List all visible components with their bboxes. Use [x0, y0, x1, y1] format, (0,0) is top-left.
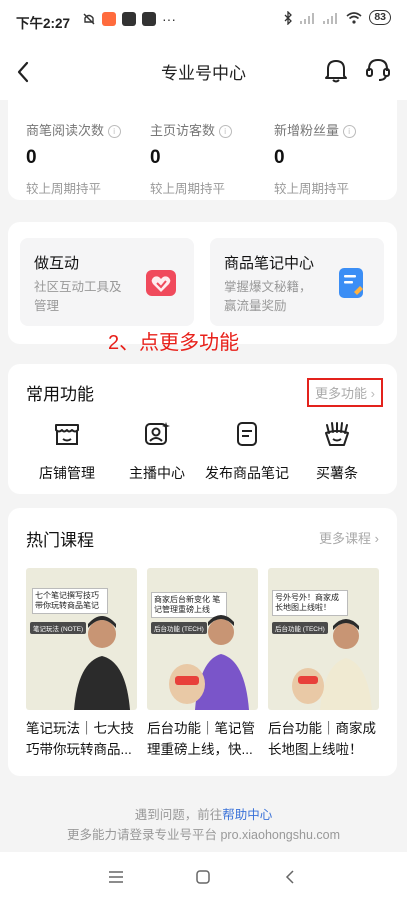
help-center-link[interactable]: 帮助中心 [222, 808, 272, 822]
course-thumbnail: 商家后台新变化 笔记管理重磅上线 后台功能 (TECH) [147, 568, 258, 710]
stat-compare: 较上周期持平 [150, 182, 226, 196]
more-courses-link[interactable]: 更多课程 › [319, 528, 379, 547]
course-thumbnail: 号外号外！商家成长地图上线啦！ 后台功能 (TECH) [268, 568, 379, 710]
bluetooth-icon [284, 10, 293, 25]
function-store-management[interactable]: 店铺管理 [22, 420, 112, 483]
stat-value: 0 [274, 147, 285, 168]
section-title: 常用功能 [26, 385, 94, 404]
course-title: 后台功能｜笔记管理重磅上线，快... [147, 721, 255, 757]
course-card[interactable]: 七个笔记撰写技巧带你玩转商品笔记 笔记玩法 (NOTE) 笔记玩法｜七大技巧带你… [26, 568, 137, 760]
signal-icon [300, 12, 315, 24]
chevron-right-icon: › [374, 531, 379, 546]
menu-icon[interactable] [109, 871, 123, 883]
footer-prefix: 遇到问题，前往 [134, 808, 223, 822]
status-bar: 下午2:27 ··· 83 [0, 0, 407, 40]
function-label: 主播中心 [129, 465, 185, 481]
stat-label: 主页访客数 i [150, 120, 270, 139]
navigation-bar: 专业号中心 [0, 40, 407, 100]
wifi-icon [346, 11, 362, 24]
function-label: 店铺管理 [39, 465, 95, 481]
mute-icon [83, 13, 95, 25]
chevron-right-icon: › [370, 386, 375, 401]
battery-indicator: 83 [369, 10, 391, 25]
stat-value: 0 [150, 147, 161, 168]
presenter-image [74, 616, 130, 710]
course-title: 笔记玩法｜七大技巧带你玩转商品... [26, 721, 134, 757]
notebook-icon [339, 268, 363, 298]
status-time: 下午2:27 [16, 16, 71, 31]
app-notification-icon-3 [142, 12, 156, 26]
home-icon[interactable] [196, 870, 210, 884]
more-dots-icon: ··· [162, 11, 176, 27]
signal-icon-2 [323, 12, 338, 24]
function-buy-fries[interactable]: 买薯条 [292, 420, 382, 483]
course-card[interactable]: 号外号外！商家成长地图上线啦！ 后台功能 (TECH) 后台功能｜商家成长地图上… [268, 568, 379, 760]
tool-name: 商品笔记中心 [224, 255, 315, 272]
stats-card: 商笔阅读次数 i 0 较上周期持平 主页访客数 i 0 较上周期持平 新增粉丝量… [8, 100, 397, 200]
stat-value: 0 [26, 147, 37, 168]
annotation-text: 2、点更多功能 [108, 332, 240, 354]
anchor-icon [145, 422, 170, 445]
stat-label: 新增粉丝量 i [274, 120, 394, 139]
hot-courses-card: 热门课程 更多课程 › 七个笔记撰写技巧带你玩转商品笔记 笔记玩法 (NOTE)… [8, 508, 397, 776]
status-right-icons: 83 [283, 10, 391, 25]
info-icon[interactable]: i [342, 125, 356, 139]
stat-compare: 较上周期持平 [26, 182, 102, 196]
store-icon [55, 424, 79, 445]
course-card[interactable]: 商家后台新变化 笔记管理重磅上线 后台功能 (TECH) 后台功能｜笔记管理重磅… [147, 568, 258, 760]
heart-book-icon [146, 270, 176, 296]
status-notification-icons: ··· [82, 11, 176, 27]
app-notification-icon [102, 12, 116, 26]
tool-name: 做互动 [34, 255, 80, 272]
function-label: 买薯条 [316, 465, 358, 481]
stat-profile-visitors[interactable]: 主页访客数 i 0 较上周期持平 [150, 120, 270, 197]
system-navigation-bar [0, 852, 407, 902]
info-icon[interactable]: i [107, 125, 121, 139]
tool-product-notes[interactable]: 商品笔记中心 掌握爆文秘籍，赢流量奖励 [210, 238, 384, 326]
bell-icon[interactable] [323, 57, 349, 83]
stat-compare: 较上周期持平 [274, 182, 350, 196]
presenter-image [169, 615, 249, 710]
app-notification-icon-2 [122, 12, 136, 26]
footer-help: 遇到问题，前往帮助中心 [0, 804, 407, 823]
info-icon[interactable]: i [218, 125, 232, 139]
note-icon [237, 422, 257, 446]
tool-interaction[interactable]: 做互动 社区互动工具及管理 [20, 238, 194, 326]
stat-note-reads[interactable]: 商笔阅读次数 i 0 较上周期持平 [26, 120, 146, 197]
system-back-icon[interactable] [285, 870, 295, 884]
function-publish-note[interactable]: 发布商品笔记 [202, 420, 292, 483]
tool-desc: 掌握爆文秘籍，赢流量奖励 [224, 280, 312, 313]
section-title: 热门课程 [26, 531, 94, 550]
more-functions-button[interactable]: 更多功能 › [307, 378, 383, 407]
course-title: 后台功能｜商家成长地图上线啦！🗺 [268, 721, 376, 757]
function-anchor-center[interactable]: 主播中心 [112, 420, 202, 483]
course-thumbnail: 七个笔记撰写技巧带你玩转商品笔记 笔记玩法 (NOTE) [26, 568, 137, 710]
common-functions-card: 常用功能 更多功能 › 店铺管理 主播中心 发布商品笔记 买薯条 [8, 364, 397, 494]
footer-platform: 更多能力请登录专业号平台 pro.xiaohongshu.com [67, 828, 340, 842]
fries-icon [325, 422, 349, 446]
presenter-image [292, 619, 372, 710]
stat-label: 商笔阅读次数 i [26, 120, 146, 139]
function-label: 发布商品笔记 [205, 465, 289, 481]
tool-desc: 社区互动工具及管理 [34, 280, 122, 313]
stat-new-followers[interactable]: 新增粉丝量 i 0 较上周期持平 [274, 120, 394, 197]
customer-service-icon[interactable] [365, 57, 391, 83]
